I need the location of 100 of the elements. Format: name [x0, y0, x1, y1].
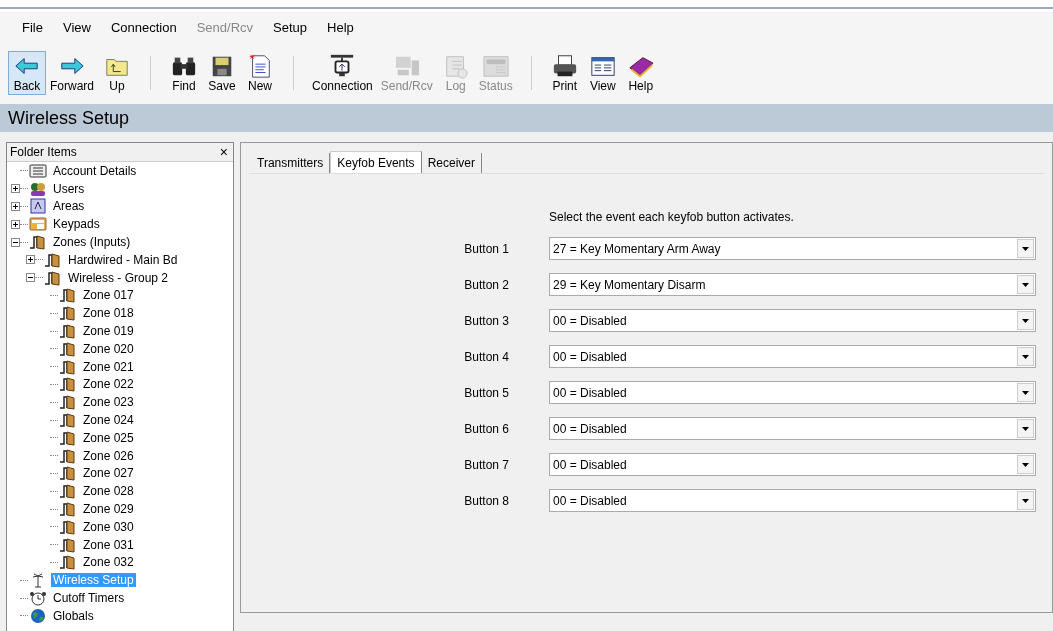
door-icon: [58, 412, 78, 429]
menu-item[interactable]: Connection: [100, 17, 187, 37]
tree-item[interactable]: Wireless - Group 2: [66, 270, 171, 285]
caret-icon: [1017, 383, 1034, 402]
tree-item[interactable]: Zone 030: [81, 519, 136, 534]
caret-icon: [1017, 239, 1034, 258]
door-icon: [58, 287, 78, 304]
tree-item[interactable]: Zone 023: [81, 395, 136, 410]
caret-icon: [1017, 347, 1034, 366]
door-icon: [58, 340, 78, 357]
tree-item[interactable]: Zone 027: [81, 466, 136, 481]
toolbar-button[interactable]: Find: [165, 51, 203, 95]
field-label: Button 3: [464, 313, 509, 328]
toolbar-button[interactable]: Up: [98, 51, 136, 95]
event-dropdown[interactable]: 00 = Disabled: [549, 453, 1036, 476]
event-dropdown[interactable]: 00 = Disabled: [549, 345, 1036, 368]
event-dropdown[interactable]: 29 = Key Momentary Disarm: [549, 273, 1036, 296]
caret-icon: [1017, 491, 1034, 510]
close-button[interactable]: ×: [217, 144, 230, 160]
collapse-icon[interactable]: [11, 237, 20, 247]
toolbar-button[interactable]: Help: [621, 51, 660, 95]
event-dropdown[interactable]: 00 = Disabled: [549, 489, 1036, 512]
caret-icon: [1017, 311, 1034, 330]
event-dropdown[interactable]: 00 = Disabled: [549, 417, 1036, 440]
globe-icon: [28, 607, 48, 624]
tree-item[interactable]: Zone 022: [81, 377, 136, 392]
tree-item[interactable]: Zone 029: [81, 502, 136, 517]
tree-item[interactable]: Keypads: [51, 217, 102, 232]
toolbar-button[interactable]: View: [583, 51, 622, 95]
field-label: Button 5: [464, 385, 509, 400]
door-icon: [43, 251, 63, 268]
door-icon: [58, 323, 78, 340]
door-icon: [58, 483, 78, 500]
expand-icon[interactable]: [11, 184, 20, 194]
field-label: Button 7: [464, 457, 509, 472]
field-label: Button 2: [464, 277, 509, 292]
door-icon: [28, 234, 48, 251]
tree-item[interactable]: Zone 032: [81, 555, 136, 570]
alarm-clock-icon: [28, 590, 48, 606]
tree-item[interactable]: Zone 025: [81, 430, 136, 445]
expand-icon[interactable]: [11, 219, 20, 229]
door-icon: [58, 501, 78, 518]
expand-icon[interactable]: [11, 202, 20, 211]
tree-item[interactable]: Zone 028: [81, 484, 136, 499]
tree-item[interactable]: Zone 031: [81, 537, 136, 552]
tree-item[interactable]: Hardwired - Main Bd: [66, 252, 180, 267]
instruction-text: Select the event each keyfob button activates.: [549, 210, 795, 224]
field-label: Button 6: [464, 421, 509, 436]
toolbar-button[interactable]: Save: [203, 51, 241, 95]
tree-item[interactable]: Zone 024: [81, 413, 136, 428]
tree-item[interactable]: Globals: [51, 608, 96, 623]
toolbar-button[interactable]: Connection: [308, 51, 377, 95]
tab[interactable]: Keyfob Events: [330, 151, 422, 173]
event-dropdown[interactable]: 27 = Key Momentary Arm Away: [549, 237, 1036, 260]
keypad-icon: [28, 216, 48, 233]
tree-item[interactable]: Zones (Inputs): [51, 235, 133, 250]
menu-item[interactable]: Help: [317, 17, 364, 37]
door-icon: [58, 358, 78, 375]
tree-item[interactable]: Cutoff Timers: [51, 591, 127, 605]
door-icon: [58, 394, 78, 411]
door-icon: [58, 305, 78, 322]
tree-item[interactable]: Users: [51, 181, 87, 196]
door-icon: [58, 376, 78, 393]
map-icon: [28, 198, 48, 215]
toolbar-button[interactable]: Back: [8, 51, 46, 95]
tree-item[interactable]: Areas: [51, 199, 87, 214]
panel-title: Folder Items: [10, 145, 77, 159]
people-icon: [28, 180, 48, 197]
menu-item[interactable]: Setup: [263, 17, 318, 37]
door-icon: [58, 447, 78, 464]
event-dropdown[interactable]: 00 = Disabled: [549, 309, 1036, 332]
door-icon: [58, 554, 78, 571]
caret-icon: [1017, 419, 1034, 438]
toolbar-button[interactable]: Forward: [46, 51, 98, 95]
door-icon: [58, 429, 78, 446]
field-label: Button 1: [464, 241, 509, 256]
keypad-icon: [480, 53, 511, 79]
tree-item[interactable]: Account Details: [51, 163, 139, 178]
tree-item[interactable]: Zone 026: [81, 448, 136, 463]
toolbar-button[interactable]: New: [241, 51, 279, 95]
tree-item[interactable]: Zone 017: [81, 288, 136, 303]
menu-item[interactable]: View: [52, 17, 101, 37]
document-icon: [28, 162, 48, 179]
field-label: Button 4: [464, 349, 509, 364]
expand-icon[interactable]: [26, 255, 35, 265]
field-label: Button 8: [464, 493, 509, 508]
collapse-icon[interactable]: [26, 273, 35, 283]
tree-item[interactable]: Zone 020: [81, 341, 136, 356]
page-title: Wireless Setup: [8, 107, 130, 129]
door-icon: [58, 536, 78, 553]
tree-item[interactable]: Zone 018: [81, 306, 136, 321]
menu-item[interactable]: File: [12, 17, 53, 37]
door-icon: [43, 269, 63, 286]
tree-item[interactable]: Zone 019: [81, 324, 136, 339]
event-dropdown[interactable]: 00 = Disabled: [549, 381, 1036, 404]
tree-item[interactable]: Zone 021: [81, 359, 136, 374]
caret-icon: [1017, 455, 1034, 474]
caret-icon: [1017, 275, 1034, 294]
door-icon: [58, 465, 78, 482]
toolbar-button[interactable]: Print: [545, 51, 584, 95]
